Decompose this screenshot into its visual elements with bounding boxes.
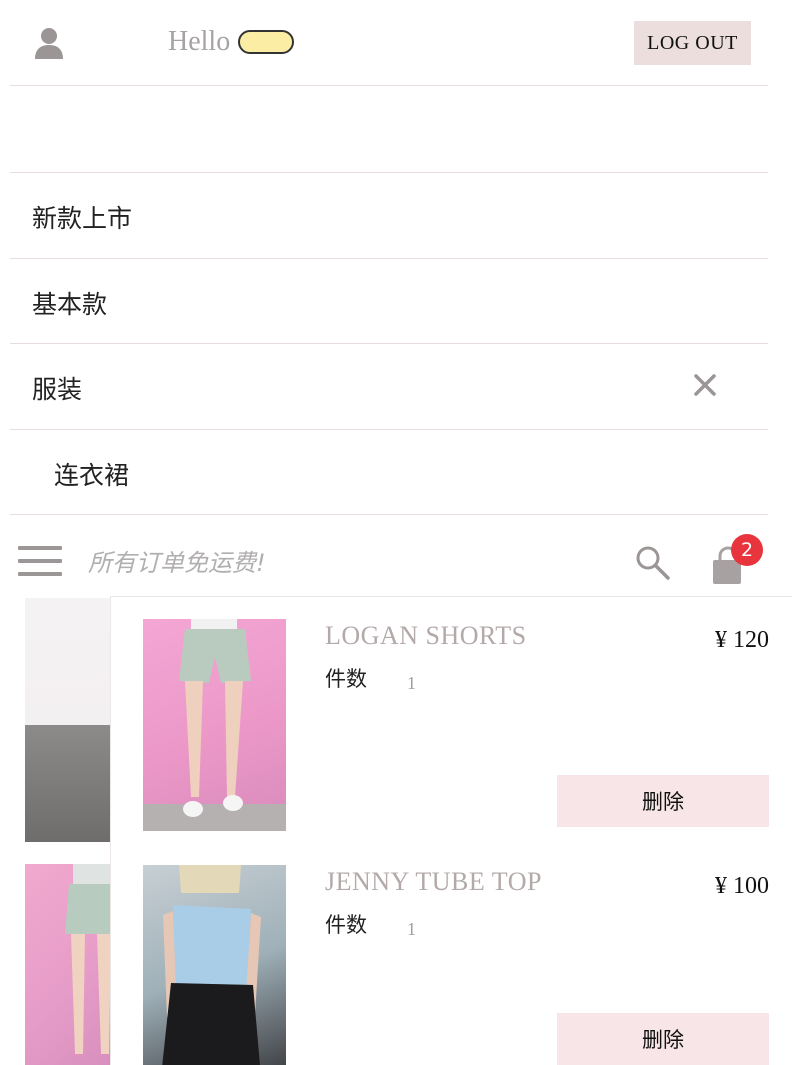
product-image[interactable]	[25, 864, 115, 1065]
search-icon[interactable]	[634, 544, 672, 582]
menu-item-basics[interactable]: 基本款	[10, 259, 768, 344]
menu-item-label: 基本款	[32, 290, 108, 319]
close-icon[interactable]	[692, 372, 718, 398]
product-image[interactable]	[143, 619, 286, 831]
menu-item-dresses[interactable]: 连衣裙	[10, 430, 768, 515]
quantity-label: 件数	[325, 913, 367, 937]
top-header: Hello LOG OUT	[0, 0, 800, 86]
delete-button[interactable]: 删除	[557, 775, 769, 827]
quantity-label: 件数	[325, 667, 367, 691]
product-image[interactable]	[25, 598, 115, 842]
product-price: ¥ 120	[715, 627, 769, 653]
product-name[interactable]: JENNY TUBE TOP	[325, 867, 542, 897]
menu-item-clothing[interactable]: 服装	[10, 344, 768, 429]
product-name[interactable]: LOGAN SHORTS	[325, 621, 527, 651]
menu-item-new-arrivals[interactable]: 新款上市	[10, 173, 768, 258]
menu-item-label: 连衣裙	[54, 461, 130, 490]
hamburger-menu-icon[interactable]	[18, 546, 62, 578]
menu-item-label: 服装	[32, 375, 83, 404]
logout-button[interactable]: LOG OUT	[634, 21, 751, 65]
delete-button[interactable]: 删除	[557, 1013, 769, 1065]
free-shipping-banner: 所有订单免运费!	[88, 549, 266, 577]
product-image[interactable]	[143, 865, 286, 1065]
divider	[10, 514, 768, 515]
cart-item: JENNY TUBE TOP ¥ 100 件数 1 删除	[111, 843, 793, 1065]
cart-item: LOGAN SHORTS ¥ 120 件数 1 删除	[111, 597, 793, 842]
user-icon[interactable]	[34, 26, 64, 60]
menu-item-label: 新款上市	[32, 204, 133, 233]
divider	[10, 85, 768, 86]
cart-panel: LOGAN SHORTS ¥ 120 件数 1 删除 JENNY TUBE TO…	[110, 596, 792, 1065]
promo-bar: 所有订单免运费!	[0, 516, 800, 598]
product-price: ¥ 100	[715, 873, 769, 899]
quantity-value[interactable]: 1	[407, 673, 416, 694]
quantity-value[interactable]: 1	[407, 919, 416, 940]
greeting-text: Hello	[168, 26, 231, 57]
username-redacted	[238, 30, 294, 54]
cart-count-badge: 2	[731, 534, 763, 566]
